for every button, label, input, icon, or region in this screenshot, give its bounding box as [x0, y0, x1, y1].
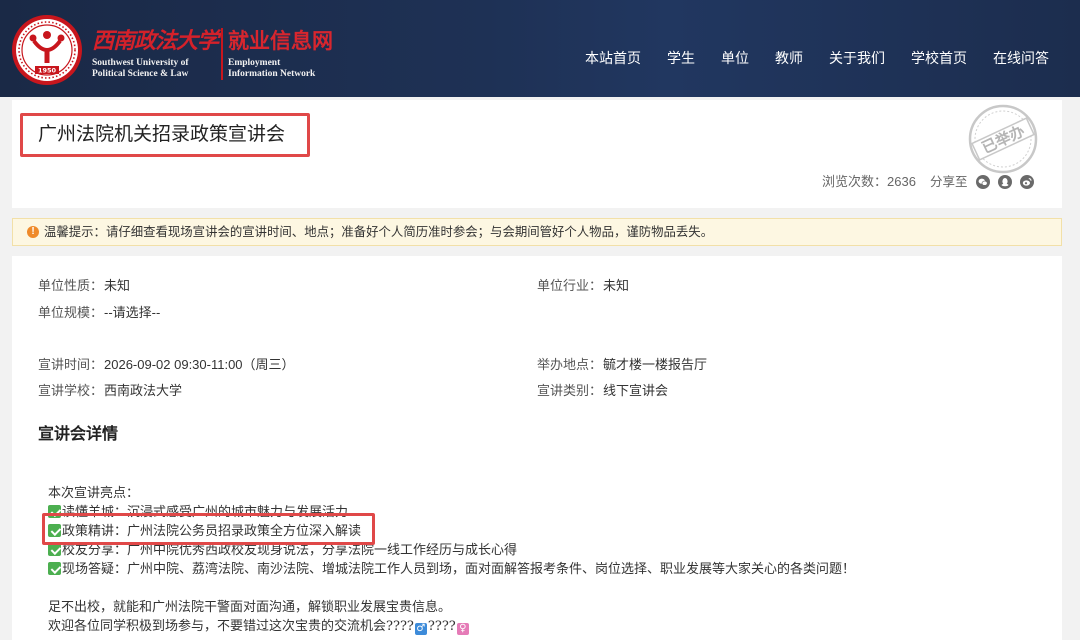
wechat-icon[interactable]	[976, 175, 990, 189]
details-heading: 宣讲会详情	[38, 426, 119, 443]
site-subtitle-en-line2: Information Network	[228, 69, 316, 79]
info-label: 单位规模：	[38, 305, 104, 320]
nav-item-online-qa[interactable]: 在线问答	[993, 48, 1049, 68]
info-value: 未知	[104, 278, 131, 293]
view-count: 浏览次数：2636	[822, 174, 916, 190]
highlight-box-title	[20, 113, 310, 157]
info-label: 宣讲学校：	[38, 383, 104, 398]
stamp-text: 已举办	[979, 122, 1027, 157]
info-label: 单位性质：	[38, 278, 104, 293]
site-subtitle-en-line1: Employment	[228, 58, 281, 68]
info-label: 宣讲时间：	[38, 357, 104, 372]
closing-text-a: 欢迎各位同学积极到场参与，不要错过这次宝贵的交流机会????	[48, 619, 414, 634]
site-name-divider	[221, 28, 223, 80]
site-name-en-line2: Political Science & Law	[92, 69, 189, 79]
info-value: 2026-09-02 09:30-11:00（周三）	[104, 357, 295, 372]
highlight-item: 现场答疑：广州中院、荔湾法院、南沙法院、增城法院工作人员到场，面对面解答报考条件…	[48, 560, 855, 579]
site-name-cn[interactable]: 西南政法大学	[92, 27, 219, 55]
view-count-label: 浏览次数：	[822, 174, 888, 189]
info-value: 西南政法大学	[104, 383, 183, 398]
qq-icon[interactable]	[998, 175, 1012, 189]
info-label: 举办地点：	[537, 357, 603, 372]
closing-line-2: 欢迎各位同学积极到场参与，不要错过这次宝贵的交流机会????????	[48, 617, 855, 636]
info-unit-nature: 单位性质：未知	[38, 277, 130, 295]
nav-item-employers[interactable]: 单位	[721, 48, 749, 68]
site-subtitle-en: Employment Information Network	[228, 58, 315, 80]
site-name-en-line1: Southwest University of	[92, 58, 189, 68]
warning-icon	[27, 226, 39, 238]
info-school: 宣讲学校：西南政法大学	[38, 382, 182, 400]
logo-year: 1950	[38, 67, 57, 75]
nav-item-home[interactable]: 本站首页	[585, 48, 641, 68]
highlight-text: 校友分享：广州中院优秀西政校友现身说法，分享法院一线工作经历与成长心得	[62, 543, 518, 558]
info-venue: 举办地点：毓才楼一楼报告厅	[537, 356, 707, 374]
share-label: 分享至	[930, 175, 968, 189]
male-sign-icon	[414, 623, 427, 635]
check-box-icon	[48, 562, 61, 575]
female-sign-icon	[456, 623, 469, 635]
view-count-value: 2636	[887, 174, 916, 189]
nav-item-students[interactable]: 学生	[667, 48, 695, 68]
notice-text: 温馨提示：请仔细查看现场宣讲会的宣讲时间、地点；准备好个人简历准时参会；与会期间…	[44, 225, 714, 239]
nav-item-teachers[interactable]: 教师	[775, 48, 803, 68]
university-logo-icon[interactable]: 1950	[11, 14, 83, 86]
details-body: 本次宣讲亮点： 读懂羊城：沉浸式感受广州的城市魅力与发展活力 政策精讲：广州法院…	[48, 484, 855, 636]
info-category: 宣讲类别：线下宣讲会	[537, 382, 668, 400]
info-value: --请选择--	[104, 305, 161, 320]
nav-item-school-home[interactable]: 学校首页	[911, 48, 967, 68]
info-unit-industry: 单位行业：未知	[537, 277, 629, 295]
info-value: 毓才楼一楼报告厅	[603, 357, 708, 372]
notice-bar: 温馨提示：请仔细查看现场宣讲会的宣讲时间、地点；准备好个人简历准时参会；与会期间…	[12, 218, 1062, 246]
site-name-en: Southwest University of Political Scienc…	[92, 58, 189, 80]
weibo-icon[interactable]	[1020, 175, 1034, 189]
closing-text-b: ????	[427, 619, 456, 634]
info-unit-scale: 单位规模：--请选择--	[38, 304, 160, 322]
details-intro: 本次宣讲亮点：	[48, 486, 140, 501]
highlight-box-policy	[42, 513, 375, 545]
closing-line-1: 足不出校，就能和广州法院干警面对面沟通，解锁职业发展宝贵信息。	[48, 600, 452, 615]
info-talk-time: 宣讲时间：2026-09-02 09:30-11:00（周三）	[38, 356, 295, 374]
info-value: 未知	[603, 278, 630, 293]
info-label: 单位行业：	[537, 278, 603, 293]
info-value: 线下宣讲会	[603, 383, 669, 398]
main-nav: 本站首页 学生 单位 教师 关于我们 学校首页 在线问答	[585, 48, 1049, 68]
site-header: 1950 西南政法大学 就业信息网 Southwest University o…	[0, 0, 1080, 97]
highlight-text: 现场答疑：广州中院、荔湾法院、南沙法院、增城法院工作人员到场，面对面解答报考条件…	[62, 562, 856, 577]
nav-item-about[interactable]: 关于我们	[829, 48, 885, 68]
site-subtitle-cn[interactable]: 就业信息网	[228, 28, 333, 56]
info-label: 宣讲类别：	[537, 383, 603, 398]
held-stamp: 已举办	[968, 104, 1038, 174]
